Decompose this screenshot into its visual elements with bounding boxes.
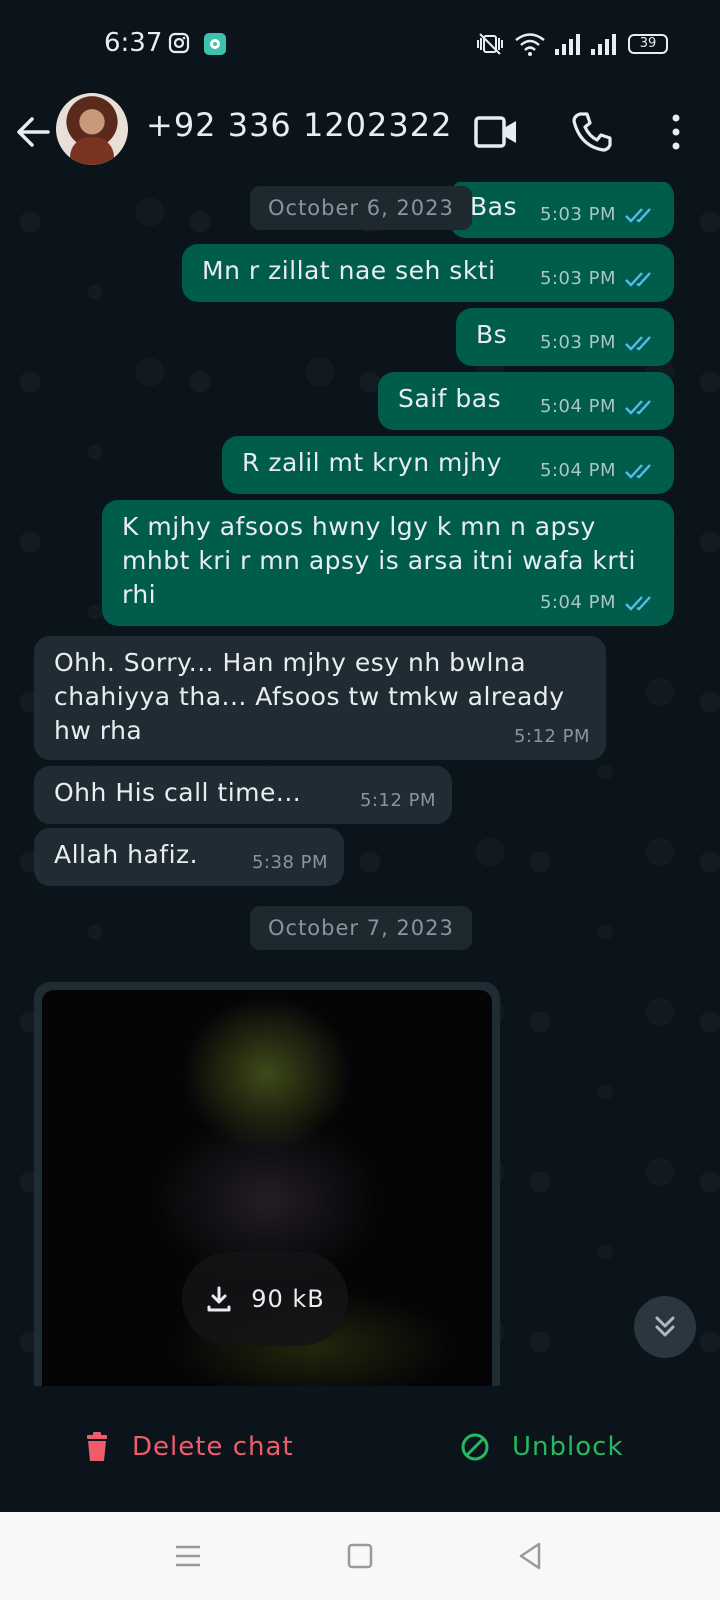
message-meta: 5:04 PM — [540, 390, 658, 424]
read-ticks-icon — [625, 208, 651, 223]
delete-chat-button[interactable]: Delete chat — [84, 1432, 294, 1462]
chat-header: +92 336 1202322 — [0, 90, 720, 182]
message-time: 5:03 PM — [539, 268, 616, 289]
trash-icon — [87, 1432, 107, 1461]
message-outgoing[interactable]: Bs 5:03 PM — [456, 308, 674, 366]
chat-area[interactable]: Bas 5:03 PM October 6, 2023 Mn r zillat … — [0, 182, 720, 1386]
message-outgoing[interactable]: K mjhy afsoos hwny lgy k mn n apsy mhbt … — [102, 500, 674, 626]
unblock-label: Unblock — [512, 1432, 624, 1462]
message-meta: 5:03 PM — [540, 198, 658, 232]
read-ticks-icon — [625, 596, 651, 611]
back-arrow-icon[interactable] — [14, 112, 54, 152]
menu-icon[interactable] — [172, 1540, 204, 1572]
message-meta: 5:04 PM — [540, 454, 658, 488]
message-time: 5:12 PM — [359, 790, 436, 811]
avatar[interactable] — [56, 93, 128, 165]
read-ticks-icon — [625, 336, 651, 351]
message-time: 5:03 PM — [539, 204, 616, 225]
app-notification-icon — [204, 33, 226, 55]
message-outgoing[interactable]: R zalil mt kryn mjhy 5:04 PM — [222, 436, 674, 494]
blurred-image-thumbnail[interactable]: 90 kB — [42, 990, 492, 1386]
read-ticks-icon — [625, 272, 651, 287]
message-text: R zalil mt kryn mjhy — [242, 448, 502, 477]
voice-call-icon[interactable] — [568, 108, 616, 156]
delete-chat-label: Delete chat — [132, 1432, 294, 1462]
message-outgoing[interactable]: Bas 5:03 PM — [450, 182, 674, 238]
wifi-icon — [515, 33, 545, 56]
battery-level: 39 — [639, 36, 657, 51]
message-text: Mn r zillat nae seh skti — [202, 256, 496, 285]
message-time: 5:12 PM — [513, 726, 590, 747]
home-icon[interactable] — [344, 1540, 376, 1572]
unblock-icon — [461, 1433, 489, 1461]
message-incoming[interactable]: Allah hafiz. 5:38 PM — [34, 828, 344, 886]
double-chevron-down-icon — [655, 1316, 675, 1337]
message-time: 5:03 PM — [539, 332, 616, 353]
message-outgoing[interactable]: Saif bas 5:04 PM — [378, 372, 674, 430]
message-text: Allah hafiz. — [54, 840, 199, 869]
status-bar: 6:37 39 — [0, 0, 720, 90]
download-button[interactable]: 90 kB — [182, 1252, 348, 1346]
message-meta: 5:03 PM — [540, 326, 658, 360]
date-separator: October 6, 2023 — [250, 186, 472, 230]
download-size: 90 kB — [251, 1285, 325, 1313]
message-text: Ohh. Sorry... Han mjhy esy nh bwlna chah… — [54, 648, 565, 745]
message-time: 5:04 PM — [539, 396, 616, 417]
message-incoming[interactable]: Ohh His call time... 5:12 PM — [34, 766, 452, 824]
message-time: 5:38 PM — [251, 852, 328, 873]
message-text: Bs — [476, 320, 508, 349]
read-ticks-icon — [625, 400, 651, 415]
message-outgoing[interactable]: Mn r zillat nae seh skti 5:03 PM — [182, 244, 674, 302]
message-meta: 5:04 PM — [540, 586, 658, 620]
unblock-button[interactable]: Unblock — [460, 1432, 624, 1462]
mute-vibrate-icon — [477, 33, 503, 55]
message-meta: 5:03 PM — [540, 262, 658, 296]
instagram-icon — [168, 32, 190, 54]
scroll-to-bottom-button[interactable] — [634, 1296, 696, 1358]
message-time: 5:04 PM — [539, 592, 616, 613]
message-incoming[interactable]: Ohh. Sorry... Han mjhy esy nh bwlna chah… — [34, 636, 606, 760]
message-meta: 5:12 PM — [360, 784, 436, 818]
blocked-chat-footer: Delete chat Unblock — [0, 1386, 720, 1512]
video-call-icon[interactable] — [472, 108, 520, 156]
battery-icon: 39 — [628, 34, 668, 54]
system-nav-bar — [0, 1512, 720, 1600]
message-time: 5:04 PM — [539, 460, 616, 481]
more-options-icon[interactable] — [652, 108, 700, 156]
read-ticks-icon — [625, 464, 651, 479]
signal-icon — [591, 34, 616, 55]
message-text: Bas — [470, 192, 517, 221]
message-meta: 5:12 PM — [514, 720, 590, 754]
message-text: Saif bas — [398, 384, 502, 413]
date-separator: October 7, 2023 — [250, 906, 472, 950]
contact-name[interactable]: +92 336 1202322 — [146, 106, 452, 144]
message-text: Ohh His call time... — [54, 778, 302, 807]
back-triangle-icon[interactable] — [514, 1540, 546, 1572]
status-time: 6:37 — [104, 28, 163, 58]
signal-icon — [555, 34, 580, 55]
message-meta: 5:38 PM — [252, 846, 328, 880]
download-icon — [207, 1286, 231, 1312]
media-message[interactable]: 90 kB — [34, 982, 500, 1386]
